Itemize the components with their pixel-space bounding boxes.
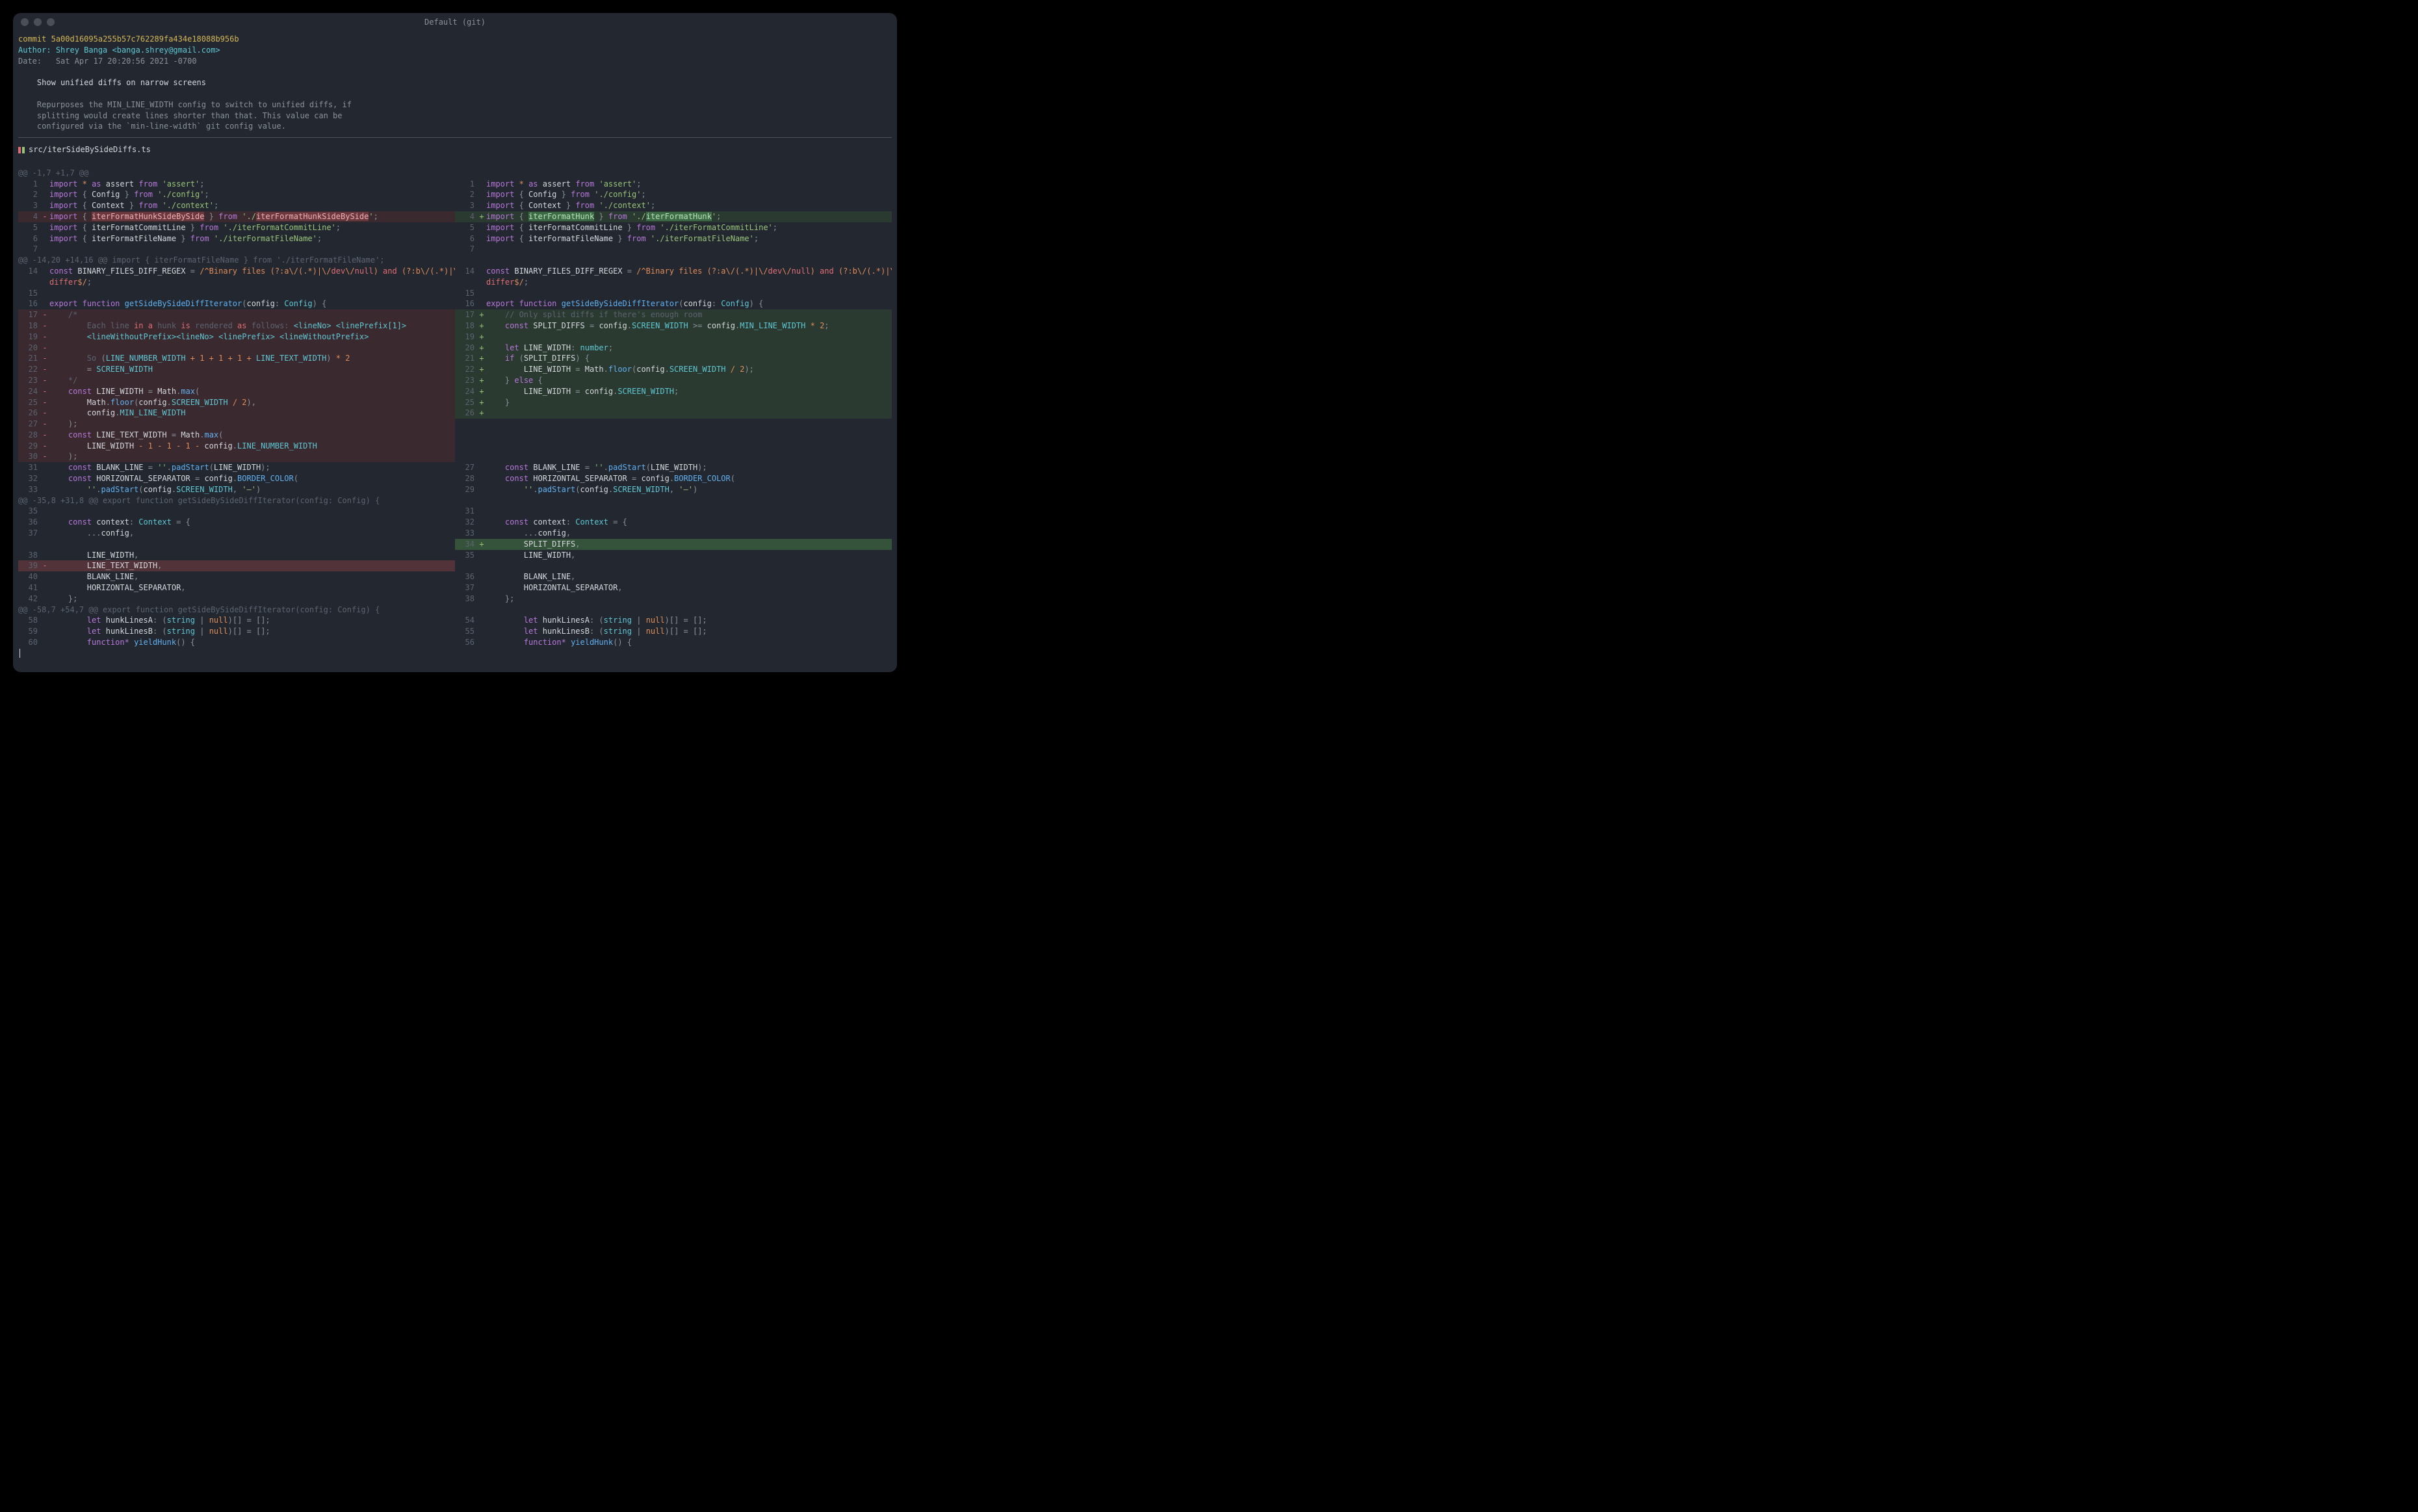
commit-body-3: configured via the `min-line-width` git … xyxy=(18,121,892,132)
code-line-deleted: 4-import { iterFormatHunkSideBySide } fr… xyxy=(18,211,455,222)
diff-row: 2 import { Config } from './config'; 2 i… xyxy=(18,189,892,200)
code-line: 3 import { Context } from './context'; xyxy=(455,200,892,211)
file-header: src/iterSideBySideDiffs.ts xyxy=(18,143,892,157)
commit-line: commit 5a00d16095a255b57c762289fa434e180… xyxy=(18,34,892,45)
diff-row: 6 import { iterFormatFileName } from './… xyxy=(18,233,892,244)
diff-row: 5 import { iterFormatCommitLine } from '… xyxy=(18,222,892,233)
code-line-added: 4+import { iterFormatHunk } from './iter… xyxy=(455,211,892,222)
hunk-header: @@ -35,8 +31,8 @@ export function getSid… xyxy=(18,495,892,506)
file-path: src/iterSideBySideDiffs.ts xyxy=(29,144,151,155)
date-value: Sat Apr 17 20:20:56 2021 -0700 xyxy=(56,57,197,66)
code-line: 1 import * as assert from 'assert'; xyxy=(18,179,455,190)
diff-table: 14 const BINARY_FILES_DIFF_REGEX = /^Bin… xyxy=(18,266,892,495)
line-number: 1 xyxy=(455,179,477,190)
date-label: Date: xyxy=(18,57,42,66)
window-title: Default (git) xyxy=(13,17,897,28)
commit-body-text: Repurposes the MIN_LINE_WIDTH config to … xyxy=(37,100,352,109)
commit-title-text: Show unified diffs on narrow screens xyxy=(37,78,206,87)
diff-badge-icon xyxy=(18,147,25,153)
line-number: 1 xyxy=(18,179,40,190)
code-line: 2 import { Config } from './config'; xyxy=(18,189,455,200)
commit-body-text: splitting would create lines shorter tha… xyxy=(37,111,343,120)
terminal-content[interactable]: commit 5a00d16095a255b57c762289fa434e180… xyxy=(13,31,897,672)
code-line: 2 import { Config } from './config'; xyxy=(455,189,892,200)
commit-title: Show unified diffs on narrow screens xyxy=(18,77,892,88)
hunk-header: @@ -58,7 +54,7 @@ export function getSid… xyxy=(18,605,892,616)
commit-body-text: configured via the `min-line-width` git … xyxy=(37,122,286,131)
commit-body-1: Repurposes the MIN_LINE_WIDTH config to … xyxy=(18,99,892,111)
commit-body-2: splitting would create lines shorter tha… xyxy=(18,111,892,122)
diff-table: 1 import * as assert from 'assert'; 1 im… xyxy=(18,179,892,255)
minimize-icon[interactable] xyxy=(34,18,42,26)
diff-table: 58 let hunkLinesA: (string | null)[] = [… xyxy=(18,615,892,647)
commit-hash: 5a00d16095a255b57c762289fa434e18088b956b xyxy=(51,34,239,44)
code-line: 3 import { Context } from './context'; xyxy=(18,200,455,211)
date-line: Date: Sat Apr 17 20:20:56 2021 -0700 xyxy=(18,56,892,67)
zoom-icon[interactable] xyxy=(47,18,55,26)
commit-label: commit xyxy=(18,34,46,44)
diff-row: 7 7 xyxy=(18,244,892,255)
diff-row: 3 import { Context } from './context'; 3… xyxy=(18,200,892,211)
diff-row: 4-import { iterFormatHunkSideBySide } fr… xyxy=(18,211,892,222)
diff-table: 35 31 36 const context: Context = { 32 c… xyxy=(18,506,892,604)
hunk-header: @@ -1,7 +1,7 @@ xyxy=(18,168,892,179)
traffic-lights xyxy=(21,18,55,26)
hunk-header: @@ -14,20 +14,16 @@ import { iterFormatF… xyxy=(18,255,892,266)
diff-row: 1 import * as assert from 'assert'; 1 im… xyxy=(18,179,892,190)
close-icon[interactable] xyxy=(21,18,29,26)
cursor-line xyxy=(18,648,892,659)
author-value: Shrey Banga <banga.shrey@gmail.com> xyxy=(56,46,220,55)
divider xyxy=(18,137,892,138)
author-label: Author: xyxy=(18,46,51,55)
titlebar: Default (git) xyxy=(13,13,897,31)
terminal-window: Default (git) commit 5a00d16095a255b57c7… xyxy=(13,13,897,672)
author-line: Author: Shrey Banga <banga.shrey@gmail.c… xyxy=(18,45,892,56)
code-line: 1 import * as assert from 'assert'; xyxy=(455,179,892,190)
